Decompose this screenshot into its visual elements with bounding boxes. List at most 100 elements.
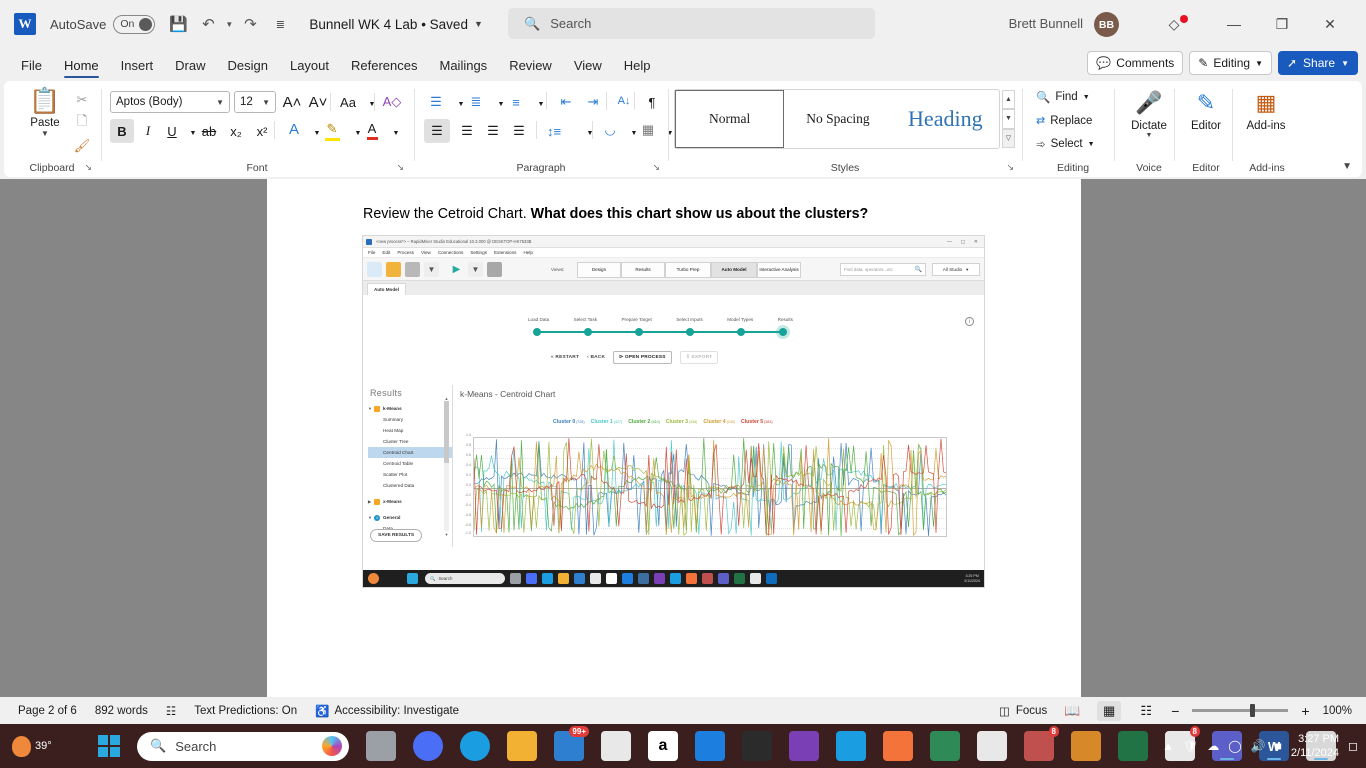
taskbar-edge[interactable] (460, 731, 490, 761)
sort-button[interactable]: A↓ (612, 89, 636, 113)
ribbon-collapse-button[interactable]: ▼ (1342, 161, 1352, 172)
paste-button[interactable]: 📋 Paste ▼ (20, 87, 70, 138)
tab-view[interactable]: View (563, 58, 613, 79)
close-button[interactable]: ✕ (1308, 9, 1352, 39)
focus-button[interactable]: ◫ Focus (999, 704, 1047, 718)
document-title[interactable]: Bunnell WK 4 Lab • Saved (309, 17, 468, 32)
font-size-select[interactable]: 12 ▼ (234, 91, 276, 113)
superscript-button[interactable]: x² (250, 119, 274, 143)
taskbar-microsoft-store[interactable] (601, 731, 631, 761)
search-input[interactable]: 🔍 Search (508, 8, 875, 39)
taskbar-zoom[interactable] (413, 731, 443, 761)
taskbar-vlc[interactable] (789, 731, 819, 761)
embedded-rapidminer-screenshot[interactable]: <new process*> – RapidMiner Studio Educa… (362, 235, 985, 588)
format-painter-icon[interactable]: 🖌 (72, 135, 92, 156)
text-effects-button[interactable]: A (282, 117, 306, 141)
multilevel-list-button[interactable]: ≡ (504, 90, 528, 114)
taskbar-powerpoint[interactable]: 8 (1024, 726, 1059, 761)
taskbar-mail[interactable]: 99+ (554, 726, 589, 761)
tab-layout[interactable]: Layout (279, 58, 340, 79)
style-heading[interactable]: Heading (892, 90, 999, 148)
wifi-icon[interactable]: ◯ (1228, 739, 1241, 753)
show-formatting-marks-button[interactable]: ¶ (640, 90, 664, 114)
styles-dialog-launcher[interactable]: ↘ (1006, 162, 1014, 173)
taskbar-amazon[interactable]: a (648, 731, 678, 761)
borders-button[interactable]: ▦ (636, 118, 660, 142)
editor-button[interactable]: ✎ Editor (1179, 89, 1233, 132)
styles-scroll-down-icon[interactable]: ▼ (1002, 109, 1015, 129)
increase-indent-button[interactable]: ⇥ (581, 90, 605, 114)
redo-icon[interactable]: ↷ (235, 9, 265, 39)
replace-button[interactable]: ⇄ Replace (1036, 114, 1092, 128)
print-layout-button[interactable]: ▦ (1097, 700, 1122, 721)
font-color-chevron-icon[interactable]: ▼ (384, 121, 408, 145)
volume-icon[interactable]: 🔊 (1251, 739, 1266, 753)
clear-formatting-button[interactable]: A◇ (380, 90, 404, 114)
zoom-out-button[interactable]: − (1171, 703, 1179, 719)
addins-button[interactable]: ▦ Add-ins (1239, 89, 1293, 132)
zoom-in-button[interactable]: + (1301, 703, 1309, 719)
taskbar-rapidminer[interactable] (883, 731, 913, 761)
numbering-button[interactable]: ≣ (464, 90, 488, 114)
windows-start-button[interactable] (98, 735, 120, 757)
bold-button[interactable]: B (110, 119, 134, 143)
copilot-icon[interactable] (322, 736, 342, 756)
taskbar-clock[interactable]: 3:27 PM 2/11/2024 (1291, 732, 1339, 761)
find-button[interactable]: 🔍 Find ▼ (1036, 90, 1090, 104)
read-mode-button[interactable]: 📖 (1060, 701, 1084, 721)
word-count[interactable]: 892 words (95, 705, 148, 717)
align-left-button[interactable]: ☰ (424, 119, 450, 143)
bullets-button[interactable]: ☰ (424, 90, 448, 114)
font-color-button[interactable]: A (360, 116, 384, 140)
taskbar-python[interactable] (742, 731, 772, 761)
clipboard-dialog-launcher[interactable]: ↘ (84, 162, 92, 173)
cut-icon[interactable]: ✂ (72, 89, 92, 110)
document-title-caret-icon[interactable]: ▼ (474, 19, 483, 29)
battery-icon[interactable]: ■ (1275, 739, 1282, 753)
tray-expand-icon[interactable]: ▲ (1162, 739, 1174, 753)
shading-button[interactable]: ◡ (598, 118, 622, 142)
style-no-spacing[interactable]: No Spacing (784, 90, 891, 148)
accessibility-status[interactable]: ♿ Accessibility: Investigate (315, 704, 459, 718)
taskbar-file-explorer[interactable] (507, 731, 537, 761)
paste-chevron-icon[interactable]: ▼ (20, 129, 70, 138)
text-predictions-status[interactable]: Text Predictions: On (194, 705, 297, 717)
page-indicator[interactable]: Page 2 of 6 (18, 705, 77, 717)
shrink-font-button[interactable]: A˅ (306, 90, 330, 114)
quick-access-more-icon[interactable]: ≣ (265, 9, 295, 39)
italic-button[interactable]: I (136, 119, 160, 143)
undo-dropdown-caret-icon[interactable]: ▼ (223, 20, 235, 29)
document-page[interactable]: Review the Cetroid Chart. What does this… (267, 179, 1081, 697)
subscript-button[interactable]: x₂ (224, 119, 248, 143)
notification-center-icon[interactable]: ◻ (1348, 739, 1358, 753)
font-dialog-launcher[interactable]: ↘ (396, 162, 404, 173)
onedrive-tray-icon[interactable]: ☁ (1207, 739, 1219, 753)
tab-help[interactable]: Help (613, 58, 662, 79)
styles-scroll-up-icon[interactable]: ▲ (1002, 90, 1015, 110)
maximize-button[interactable]: ❐ (1260, 9, 1304, 39)
line-spacing-button[interactable]: ↕≡ (542, 119, 566, 143)
taskbar-dropbox[interactable] (695, 731, 725, 761)
avatar[interactable]: BB (1094, 12, 1119, 37)
align-center-button[interactable]: ☰ (454, 119, 480, 143)
taskbar-excel[interactable] (1118, 731, 1148, 761)
web-layout-button[interactable]: ☷ (1134, 701, 1158, 721)
security-icon[interactable]: 🛡 (1183, 739, 1198, 753)
strikethrough-button[interactable]: ab (197, 119, 221, 143)
grow-font-button[interactable]: A˄ (280, 90, 304, 114)
tab-insert[interactable]: Insert (110, 58, 165, 79)
proofing-icon[interactable]: ☷ (166, 704, 176, 718)
select-button[interactable]: ➾ Select ▼ (1036, 137, 1095, 151)
taskbar-chrome-alt[interactable] (977, 731, 1007, 761)
editing-mode-button[interactable]: ✎ Editing ▼ (1189, 51, 1272, 75)
undo-icon[interactable]: ↶ (193, 9, 223, 39)
weather-widget[interactable]: 39° (12, 735, 52, 757)
tab-file[interactable]: File (10, 58, 53, 79)
zoom-level[interactable]: 100% (1323, 705, 1352, 717)
taskbar-onedrive[interactable] (836, 731, 866, 761)
microsoft-365-diamond-icon[interactable]: ◇ (1152, 9, 1196, 39)
taskbar-spotify[interactable] (930, 731, 960, 761)
tab-mailings[interactable]: Mailings (429, 58, 499, 79)
tab-home[interactable]: Home (53, 58, 110, 79)
tab-draw[interactable]: Draw (164, 58, 216, 79)
